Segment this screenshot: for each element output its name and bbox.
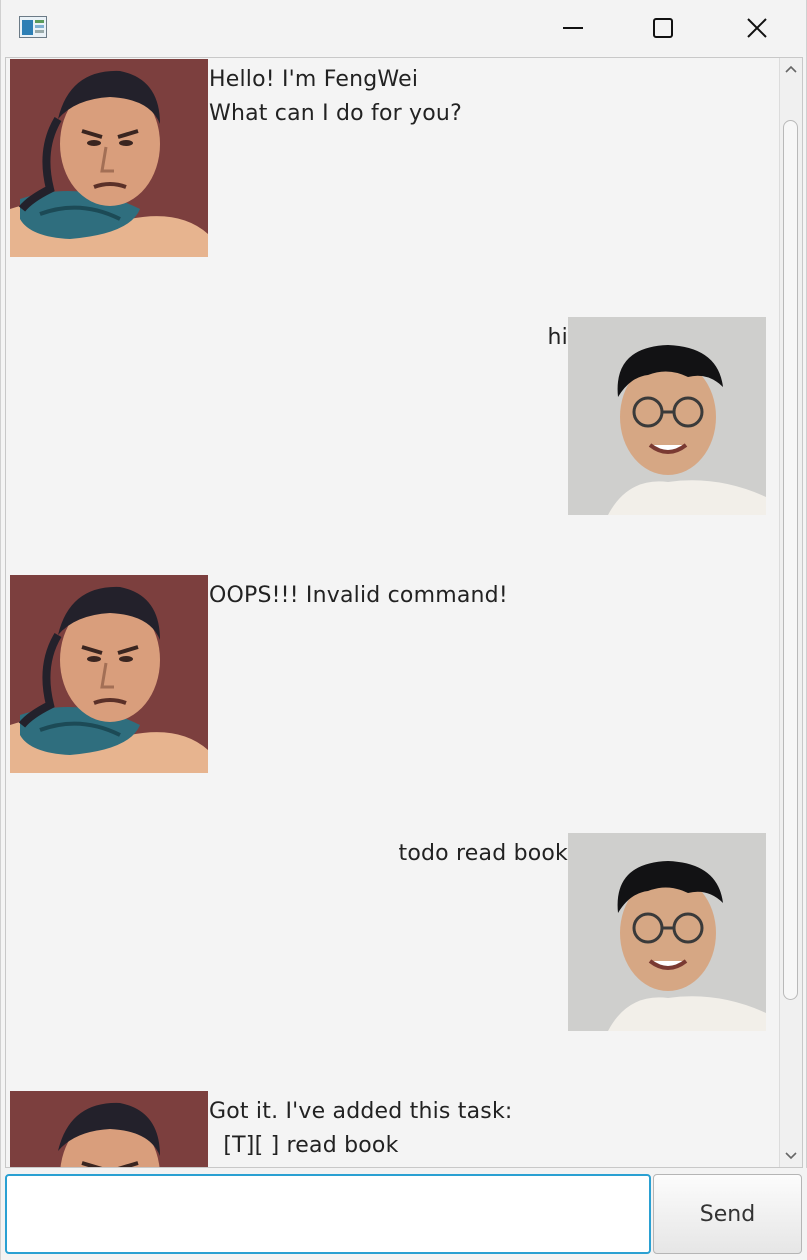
input-row: Send <box>1 1168 807 1260</box>
title-bar[interactable] <box>1 0 806 56</box>
vertical-scrollbar[interactable] <box>779 58 802 1167</box>
scrollbar-thumb[interactable] <box>783 120 798 1000</box>
bot-message: OOPS!!! Invalid command! <box>209 583 508 608</box>
fengwei-avatar <box>10 1091 208 1167</box>
minimize-button[interactable] <box>542 0 604 56</box>
app-window-icon <box>19 16 47 38</box>
minimize-icon <box>563 27 583 29</box>
user-message: hi <box>547 325 568 350</box>
bot-message: Hello! I'm FengWei What can I do for you… <box>209 67 462 126</box>
message-input[interactable] <box>5 1174 651 1254</box>
maximize-button[interactable] <box>632 0 694 56</box>
bot-dialog: OOPS!!! Invalid command! <box>10 575 766 773</box>
user-dialog: hi <box>10 317 766 515</box>
close-button[interactable] <box>726 0 788 56</box>
scroll-down-icon[interactable] <box>784 1149 798 1163</box>
user-message: todo read book <box>398 841 568 866</box>
scroll-up-icon[interactable] <box>784 62 798 76</box>
bot-dialog: Hello! I'm FengWei What can I do for you… <box>10 59 766 257</box>
send-button[interactable]: Send <box>653 1174 802 1254</box>
app-window: Hello! I'm FengWei What can I do for you… <box>0 0 807 1260</box>
bot-message: Got it. I've added this task: [T][ ] rea… <box>209 1099 513 1158</box>
bot-dialog: Got it. I've added this task: [T][ ] rea… <box>10 1091 766 1167</box>
user-avatar <box>568 317 766 515</box>
close-icon <box>747 18 767 38</box>
maximize-icon <box>653 18 673 38</box>
fengwei-avatar <box>10 575 208 773</box>
user-dialog: todo read book <box>10 833 766 1031</box>
user-avatar <box>568 833 766 1031</box>
chat-scroll-pane[interactable]: Hello! I'm FengWei What can I do for you… <box>5 57 803 1168</box>
fengwei-avatar <box>10 59 208 257</box>
